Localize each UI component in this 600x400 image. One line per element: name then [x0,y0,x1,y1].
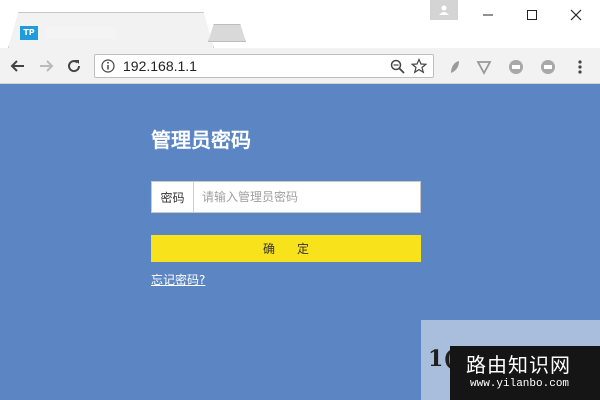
arrow-left-icon [10,60,24,72]
maximize-icon [527,10,537,20]
address-bar[interactable]: 192.168.1.1 [94,54,434,78]
browser-toolbar: 192.168.1.1 [0,48,600,84]
bookmark-star-icon[interactable] [411,58,427,74]
profile-button[interactable] [430,0,458,20]
zoom-icon[interactable] [390,59,405,74]
extension-circle-icon[interactable] [507,58,525,76]
watermark-chinese-text: 路由知识网 [466,353,571,377]
new-tab-button[interactable] [208,24,246,42]
reload-button[interactable] [64,56,84,76]
reload-icon [68,60,81,73]
browser-title-bar: TP [0,0,600,48]
forward-button[interactable] [36,56,56,76]
url-text[interactable]: 192.168.1.1 [123,58,197,74]
tp-link-favicon-icon: TP [20,26,38,40]
extension-circle-icon-2[interactable] [539,58,557,76]
info-icon[interactable] [101,59,115,73]
circle-badge-icon [541,60,555,74]
shield-icon [476,61,492,75]
minimize-icon [483,14,493,16]
circle-badge-icon [509,60,523,74]
confirm-button[interactable]: 确定 [151,235,421,262]
forgot-password-link[interactable]: 忘记密码? [151,271,205,288]
extension-shield-icon[interactable] [475,58,493,76]
watermark-url: www.yilanbo.com [470,378,570,390]
kebab-menu-icon [578,60,582,74]
menu-button[interactable] [571,58,589,76]
extension-leaf-icon[interactable] [446,58,464,76]
minimize-button[interactable] [466,0,510,30]
leaf-icon [451,61,459,73]
maximize-button[interactable] [510,0,554,30]
page-title: 管理员密码 [151,128,251,152]
close-icon [570,9,582,21]
close-window-button[interactable] [554,0,598,30]
arrow-right-icon [40,60,54,72]
person-icon [439,5,449,15]
password-row: 密码 [151,181,421,213]
password-input[interactable] [194,182,420,212]
back-button[interactable] [8,56,28,76]
tab-title-blurred [46,27,116,39]
password-label: 密码 [152,182,194,212]
